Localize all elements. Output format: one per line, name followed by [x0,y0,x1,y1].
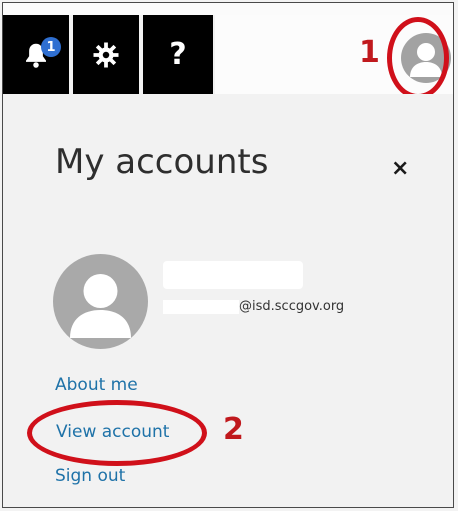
gear-icon [93,42,119,67]
notification-badge: 1 [41,37,61,57]
highlight-circle-1 [387,17,449,99]
step-1-marker: 1 [359,35,380,70]
top-strip [3,3,453,15]
close-icon[interactable]: × [391,156,409,181]
sign-out-link[interactable]: Sign out [55,466,125,486]
email-domain: @isd.sccgov.org [239,299,345,314]
help-button[interactable]: ? [143,15,213,94]
my-accounts-panel: My accounts × @isd.sccgov.org About me V… [3,94,453,507]
help-icon: ? [169,37,187,72]
redacted-display-name [163,261,303,289]
step-2-marker: 2 [223,412,244,447]
top-navigation-bar: 1 ? 1 [3,3,453,99]
settings-button[interactable] [73,15,139,94]
panel-title: My accounts [55,142,269,182]
account-email: @isd.sccgov.org [163,299,344,314]
highlight-circle-2 [27,400,207,466]
about-me-link[interactable]: About me [55,375,138,395]
notifications-button[interactable]: 1 [3,15,69,94]
redacted-email-user [163,299,239,314]
profile-avatar [53,254,148,349]
user-icon [70,274,131,338]
screenshot-frame: 1 ? 1 My accounts × @isd.sccgov.org Abou… [2,2,454,508]
